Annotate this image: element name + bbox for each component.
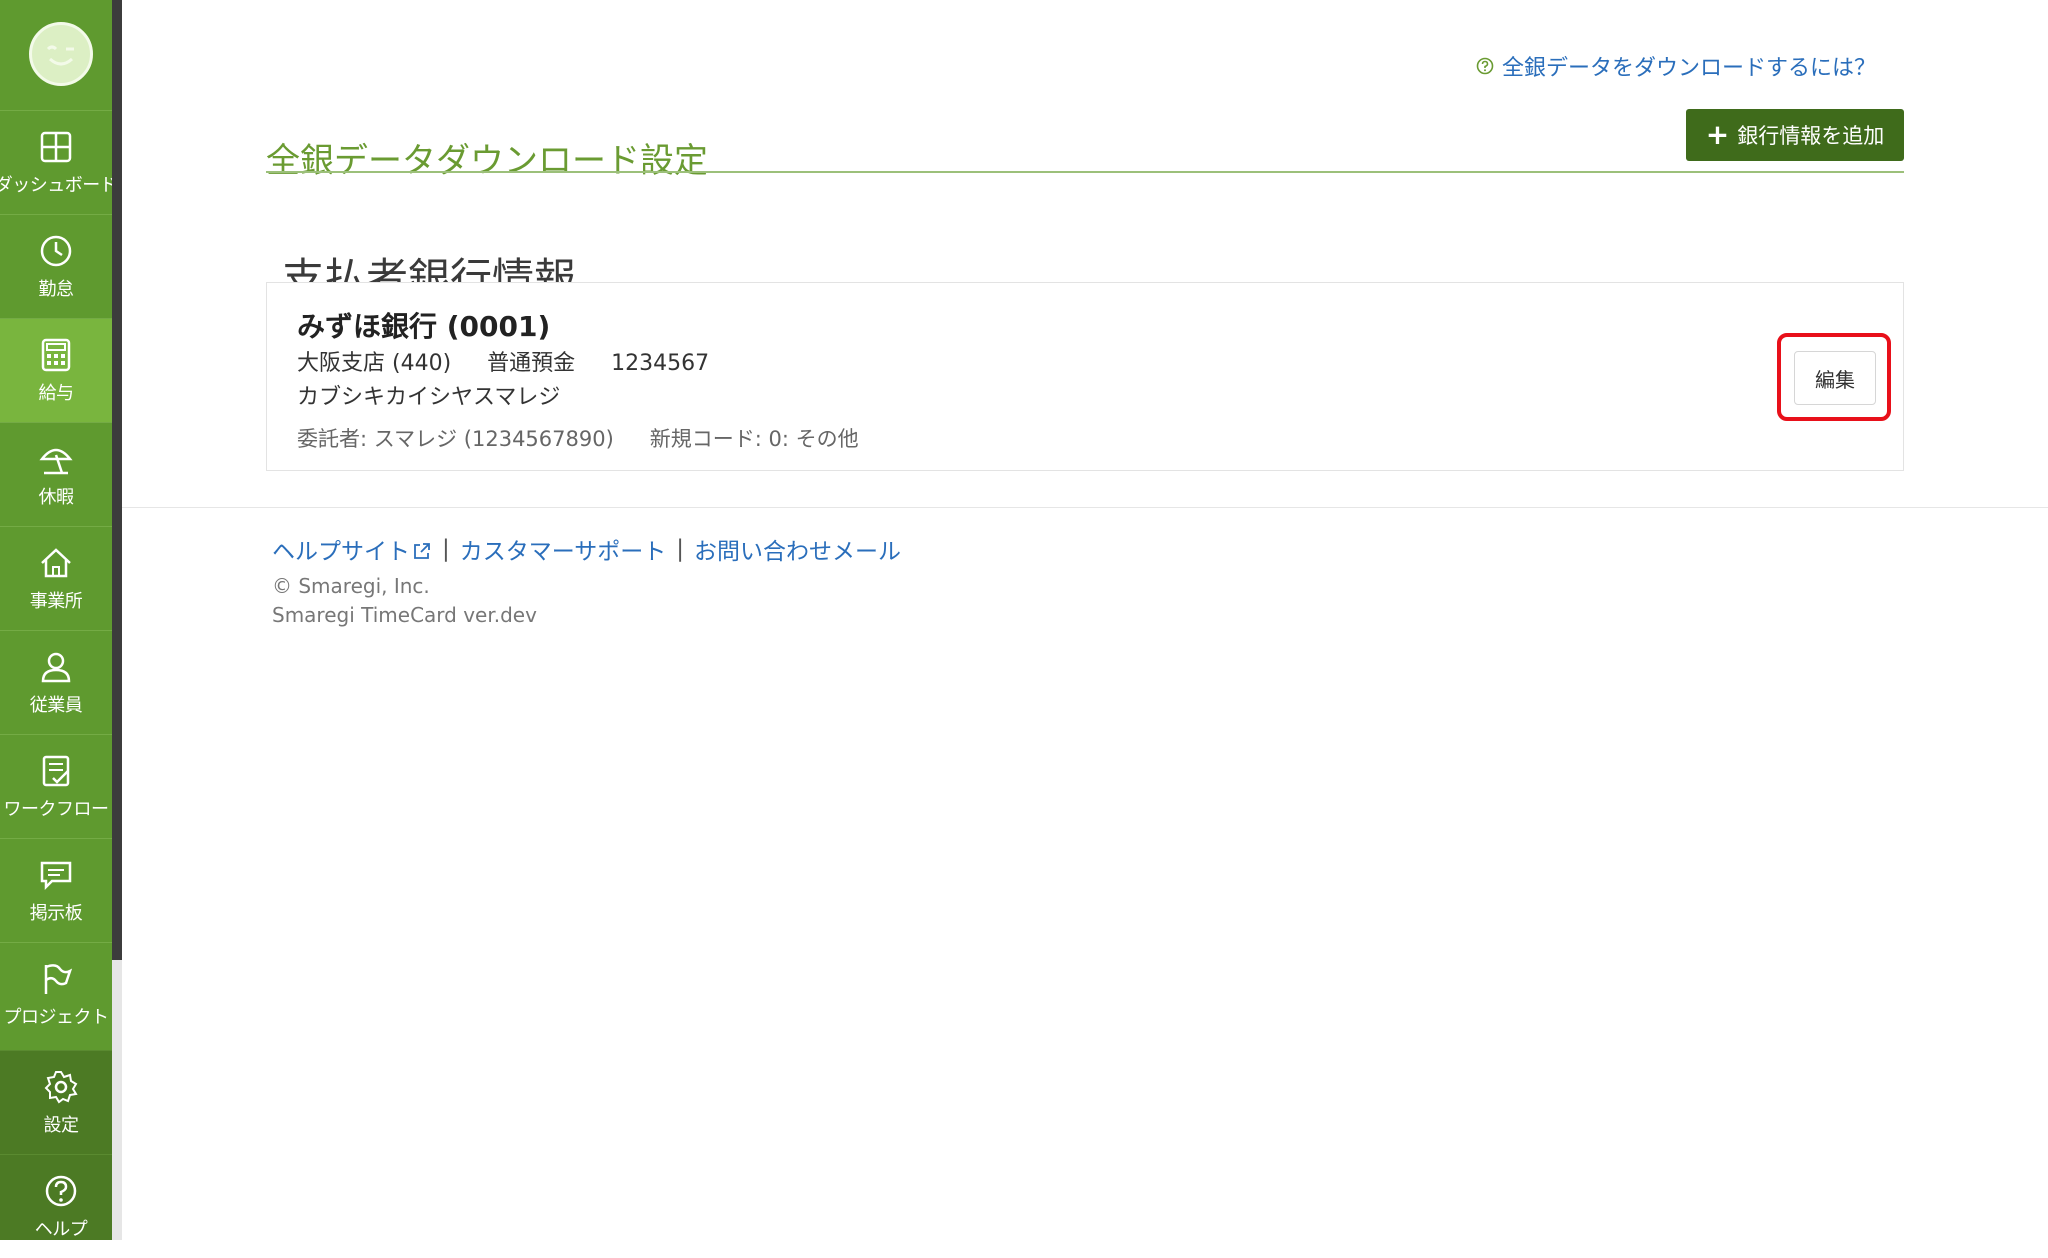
help-site-label: ヘルプサイト	[272, 539, 410, 565]
sidebar-item-project[interactable]: プロジェクト	[0, 942, 112, 1046]
sidebar-item-settings[interactable]: 設定	[0, 1050, 122, 1154]
sidebar-item-attendance[interactable]: 勤怠	[0, 214, 112, 318]
sidebar-item-label: ダッシュボード	[0, 174, 118, 196]
sidebar-item-label: ヘルプ	[34, 1218, 88, 1240]
footer-separator: |	[442, 536, 450, 562]
help-icon	[45, 1175, 77, 1206]
bank-meta-line: 委託者: スマレジ (1234567890) 新規コード: 0: その他	[297, 423, 859, 453]
sidebar-item-label: ワークフロー	[3, 798, 110, 820]
sidebar-item-dashboard[interactable]: ダッシュボード	[0, 110, 118, 214]
bank-name: みずほ銀行 (0001)	[297, 310, 551, 343]
sidebar-item-workflow[interactable]: ワークフロー	[0, 734, 112, 838]
sidebar-bottom: 設定 ヘルプ	[0, 1050, 122, 1240]
dashboard-icon	[40, 131, 72, 162]
edit-button[interactable]: 編集	[1794, 351, 1876, 405]
copyright: © Smaregi, Inc.	[272, 574, 430, 598]
sidebar-item-label: 掲示板	[29, 902, 83, 924]
logo-icon[interactable]	[29, 22, 93, 86]
person-icon	[41, 652, 71, 682]
plus-icon: +	[1705, 118, 1730, 151]
consignor: 委託者: スマレジ (1234567890)	[297, 427, 614, 451]
footer-links: ヘルプサイト | カスタマーサポート | お問い合わせメール	[272, 532, 901, 566]
sidebar-item-label: 事業所	[29, 590, 83, 612]
customer-support-link[interactable]: カスタマーサポート	[460, 532, 667, 566]
download-help-link[interactable]: 全銀データをダウンロードするには？	[1476, 50, 1876, 82]
account-type: 普通預金	[487, 351, 576, 376]
question-circle-icon	[1476, 57, 1494, 75]
sidebar-item-label: 設定	[43, 1114, 80, 1136]
sidebar-item-employees[interactable]: 従業員	[0, 630, 112, 734]
download-help-link-label: 全銀データをダウンロードするには？	[1502, 56, 1877, 81]
add-bank-info-button[interactable]: + 銀行情報を追加	[1686, 109, 1904, 161]
footer-separator: |	[676, 536, 685, 562]
sidebar-item-label: プロジェクト	[3, 1006, 110, 1028]
sidebar: ダッシュボード 勤怠 給与 休暇 事業所 従業員 ワークフロー 掲示板 プロジェ…	[0, 0, 122, 1240]
sidebar-item-label: 勤怠	[38, 278, 75, 300]
bank-account-line: 大阪支店 (440) 普通預金 1234567	[297, 345, 709, 377]
sidebar-item-leave[interactable]: 休暇	[0, 422, 112, 526]
help-site-link[interactable]: ヘルプサイト	[272, 532, 432, 566]
flag-icon	[44, 963, 73, 994]
clock-icon	[40, 235, 72, 266]
sidebar-item-label: 従業員	[29, 694, 83, 716]
sidebar-item-label: 給与	[38, 382, 75, 404]
sidebar-item-label: 休暇	[38, 486, 75, 508]
sidebar-scrollbar[interactable]	[112, 0, 122, 960]
calculator-icon	[41, 338, 71, 371]
chat-icon	[40, 861, 72, 890]
page-title: 全銀データダウンロード設定	[266, 140, 708, 181]
bank-info-card: みずほ銀行 (0001) 大阪支店 (440) 普通預金 1234567 カブシキカ…	[266, 282, 1904, 471]
footer-divider	[122, 507, 2048, 508]
external-link-icon	[414, 543, 430, 559]
sidebar-item-office[interactable]: 事業所	[0, 526, 112, 630]
sidebar-nav: ダッシュボード 勤怠 給与 休暇 事業所 従業員 ワークフロー 掲示板 プロジェ…	[0, 110, 118, 1046]
title-divider	[266, 171, 1904, 173]
sidebar-item-payroll[interactable]: 給与	[0, 318, 112, 422]
branch: 大阪支店 (440)	[297, 351, 452, 376]
contact-mail-link[interactable]: お問い合わせメール	[694, 532, 901, 566]
sidebar-item-help[interactable]: ヘルプ	[0, 1154, 122, 1258]
new-code: 新規コード: 0: その他	[649, 427, 859, 451]
app-version: Smaregi TimeCard ver.dev	[272, 603, 537, 627]
gear-icon	[44, 1070, 78, 1103]
account-holder: カブシキカイシヤスマレジ	[297, 385, 561, 410]
checklist-icon	[42, 755, 70, 786]
sidebar-item-board[interactable]: 掲示板	[0, 838, 112, 942]
sidebar-scrollbar-track	[112, 960, 122, 1240]
home-icon	[41, 547, 71, 577]
add-bank-info-label: 銀行情報を追加	[1737, 124, 1885, 148]
account-number: 1234567	[611, 351, 710, 376]
beach-umbrella-icon	[39, 448, 73, 474]
